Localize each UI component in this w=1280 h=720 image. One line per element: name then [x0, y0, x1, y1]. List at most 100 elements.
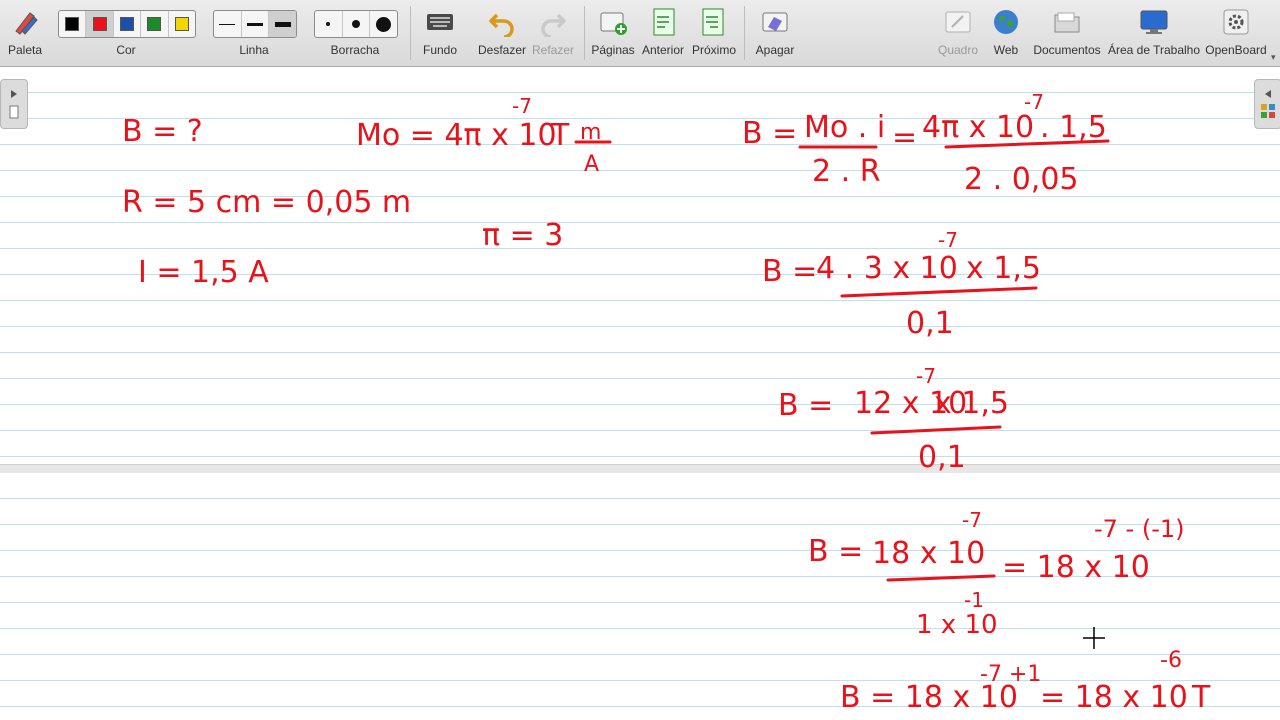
- note-mu0-exponent: -7: [512, 94, 532, 118]
- step1-formula-numerator: Mo . i: [804, 110, 885, 145]
- color-red-option[interactable]: [86, 11, 114, 37]
- note-mu0-unit-a: A: [584, 152, 599, 177]
- step5-rhs: = 18 x 10: [1040, 680, 1188, 715]
- next-page-icon: [702, 8, 724, 36]
- note-pi: π = 3: [482, 218, 563, 253]
- board-mode-button[interactable]: Quadro: [934, 0, 982, 66]
- undo-label: Desfazer: [477, 43, 527, 57]
- color-green-option[interactable]: [141, 11, 169, 37]
- eraser-size-picker: [314, 10, 398, 38]
- erase-label: Apagar: [755, 43, 795, 57]
- toolbar: Paleta Cor Linha Borracha Fundo Desfazer…: [0, 0, 1280, 67]
- eraser-small-option[interactable]: [315, 11, 343, 37]
- step5-rhs-exponent: -6: [1160, 648, 1182, 673]
- color-label: Cor: [116, 43, 136, 57]
- color-group: Cor: [56, 0, 196, 66]
- step3-numerator-tail: x 1,5: [934, 386, 1009, 421]
- step4-numerator: 18 x 10: [872, 536, 985, 571]
- step1-sub-denominator: 2 . 0,05: [964, 162, 1079, 197]
- globe-icon: [994, 10, 1018, 34]
- folder-icon: [1054, 12, 1080, 33]
- step3-denominator: 0,1: [918, 440, 966, 475]
- step2-numerator: 4 . 3 x 10: [816, 251, 958, 286]
- note-radius: R = 5 cm = 0,05 m: [122, 185, 411, 220]
- color-picker: [58, 10, 196, 38]
- line-thin-option[interactable]: [214, 11, 242, 37]
- eraser-medium-option[interactable]: [343, 11, 371, 37]
- add-page-icon: [600, 12, 627, 35]
- palette-pen-icon: [15, 12, 38, 35]
- step2-numerator-tail: x 1,5: [966, 251, 1041, 286]
- step1-lhs: B =: [742, 116, 797, 151]
- board-icon: [945, 11, 971, 33]
- toolbar-divider: [744, 6, 745, 60]
- step4-rhs: = 18 x 10: [1002, 550, 1150, 585]
- undo-button[interactable]: Desfazer: [476, 0, 528, 66]
- erase-all-icon: [762, 12, 788, 32]
- menu-arrow-icon[interactable]: ▾: [1271, 52, 1276, 63]
- background-button[interactable]: Fundo: [414, 0, 466, 66]
- line-label: Linha: [239, 43, 269, 57]
- color-blue-option[interactable]: [114, 11, 142, 37]
- step2-denominator: 0,1: [906, 306, 954, 341]
- step4-exponent: -7: [962, 508, 982, 532]
- step3-exponent: -7: [916, 364, 936, 388]
- step3-lhs: B =: [778, 388, 833, 423]
- previous-page-icon: [653, 8, 675, 36]
- previous-page-label: Anterior: [641, 43, 685, 57]
- desktop-button[interactable]: Área de Trabalho: [1106, 0, 1202, 66]
- settings-gear-icon: [1223, 9, 1249, 35]
- whiteboard-canvas[interactable]: B = ? R = 5 cm = 0,05 m I = 1,5 A Mo = 4…: [0, 67, 1280, 720]
- eraser-large-option[interactable]: [370, 11, 397, 37]
- pages-button[interactable]: Páginas: [588, 0, 638, 66]
- handwritten-ink-layer: B = ? R = 5 cm = 0,05 m I = 1,5 A Mo = 4…: [122, 90, 1211, 715]
- erase-button[interactable]: Apagar: [750, 0, 800, 66]
- step4-lhs: B =: [808, 534, 863, 569]
- step4-denominator-exponent: -1: [964, 588, 984, 612]
- desktop-label: Área de Trabalho: [1107, 43, 1201, 57]
- note-b-unknown: B = ?: [122, 114, 203, 149]
- documents-button[interactable]: Documentos: [1030, 0, 1104, 66]
- openboard-menu-button[interactable]: OpenBoard: [1204, 0, 1268, 66]
- web-button[interactable]: Web: [984, 0, 1028, 66]
- note-current: I = 1,5 A: [138, 255, 269, 290]
- redo-icon: [541, 13, 566, 37]
- keyboard-background-icon: [427, 14, 453, 30]
- step4-rhs-exponent: -7 - (-1): [1094, 515, 1185, 543]
- redo-label: Refazer: [531, 43, 575, 57]
- palette-label: Paleta: [7, 43, 43, 57]
- pages-label: Páginas: [591, 43, 635, 57]
- step3-bar: [870, 425, 1002, 435]
- step4-denominator: 1 x 10: [916, 610, 998, 640]
- undo-icon: [489, 13, 514, 37]
- openboard-label: OpenBoard: [1205, 43, 1267, 57]
- next-page-button[interactable]: Próximo: [688, 0, 740, 66]
- monitor-icon: [1140, 10, 1168, 34]
- eraser-group: Borracha: [312, 0, 398, 66]
- documents-label: Documentos: [1033, 43, 1101, 57]
- color-yellow-option[interactable]: [169, 11, 195, 37]
- step1-equals: =: [892, 120, 917, 155]
- step1-formula-denominator: 2 . R: [812, 154, 881, 189]
- next-page-label: Próximo: [691, 43, 736, 57]
- line-width-picker: [213, 10, 297, 38]
- toolbar-divider: [410, 6, 411, 60]
- step5-unit: T: [1191, 680, 1211, 715]
- web-label: Web: [993, 43, 1019, 57]
- step1-sub-numerator-tail: . 1,5: [1040, 110, 1107, 145]
- palette-button[interactable]: Paleta: [2, 0, 48, 66]
- crosshair-cursor-icon: [1083, 627, 1105, 649]
- line-group: Linha: [211, 0, 297, 66]
- line-medium-option[interactable]: [242, 11, 270, 37]
- step1-sub-numerator: 4π x 10: [922, 110, 1034, 145]
- note-mu0-unit-t: T: [550, 118, 570, 153]
- step2-bar: [840, 286, 1038, 298]
- step2-exponent: -7: [938, 228, 958, 252]
- toolbar-divider: [584, 6, 585, 60]
- line-thick-option[interactable]: [269, 11, 296, 37]
- previous-page-button[interactable]: Anterior: [638, 0, 688, 66]
- step2-lhs: B =: [762, 254, 817, 289]
- color-black-option[interactable]: [59, 11, 87, 37]
- board-label: Quadro: [937, 43, 979, 57]
- redo-button[interactable]: Refazer: [528, 0, 578, 66]
